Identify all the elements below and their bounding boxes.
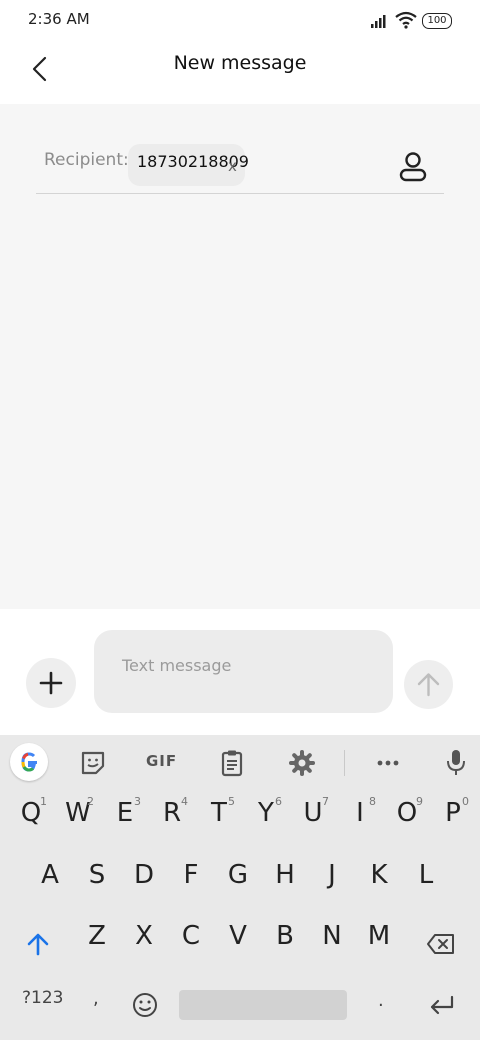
key-t[interactable]: T5 xyxy=(197,788,241,838)
attach-button[interactable] xyxy=(26,658,76,708)
status-time: 2:36 AM xyxy=(28,10,90,28)
key-q[interactable]: Q1 xyxy=(9,788,53,838)
toolbar-separator xyxy=(344,750,345,776)
gear-icon[interactable] xyxy=(288,748,316,778)
gif-button[interactable]: GIF xyxy=(146,752,177,770)
google-icon xyxy=(21,752,37,772)
key-i[interactable]: I8 xyxy=(338,788,382,838)
contact-icon[interactable] xyxy=(396,150,430,184)
remove-recipient-button[interactable]: x xyxy=(228,157,237,175)
key-k[interactable]: K xyxy=(357,850,401,900)
send-button[interactable] xyxy=(404,660,453,709)
key-f[interactable]: F xyxy=(169,850,213,900)
shift-icon[interactable] xyxy=(24,930,52,958)
mic-icon[interactable] xyxy=(444,748,468,778)
clipboard-icon[interactable] xyxy=(218,748,246,778)
backspace-icon[interactable] xyxy=(426,932,456,956)
google-button[interactable] xyxy=(10,743,48,781)
key-o[interactable]: O9 xyxy=(385,788,429,838)
key-b[interactable]: B xyxy=(263,911,307,961)
wifi-icon xyxy=(395,11,417,29)
plus-icon xyxy=(39,671,63,695)
signal-icon xyxy=(371,15,386,28)
symbols-key[interactable]: ?123 xyxy=(22,988,63,1008)
enter-icon[interactable] xyxy=(428,993,456,1017)
key-r[interactable]: R4 xyxy=(150,788,194,838)
key-c[interactable]: C xyxy=(169,911,213,961)
key-d[interactable]: D xyxy=(122,850,166,900)
key-w[interactable]: W2 xyxy=(56,788,100,838)
page-title: New message xyxy=(173,52,307,74)
key-n[interactable]: N xyxy=(310,911,354,961)
key-v[interactable]: V xyxy=(216,911,260,961)
more-icon[interactable] xyxy=(374,748,402,778)
key-a[interactable]: A xyxy=(28,850,72,900)
key-p[interactable]: P0 xyxy=(431,788,475,838)
emoji-icon[interactable] xyxy=(131,991,159,1019)
recipient-divider xyxy=(36,193,444,194)
space-key[interactable] xyxy=(179,990,347,1020)
key-u[interactable]: U7 xyxy=(291,788,335,838)
send-arrow-icon xyxy=(417,673,440,697)
key-z[interactable]: Z xyxy=(75,911,119,961)
key-x[interactable]: X xyxy=(122,911,166,961)
battery-indicator: 100 xyxy=(422,13,452,29)
sticker-icon[interactable] xyxy=(78,748,108,778)
recipient-label: Recipient: xyxy=(44,150,129,170)
back-arrow-icon[interactable] xyxy=(26,54,56,84)
key-g[interactable]: G xyxy=(216,850,260,900)
key-h[interactable]: H xyxy=(263,850,307,900)
key-s[interactable]: S xyxy=(75,850,119,900)
key-j[interactable]: J xyxy=(310,850,354,900)
key-l[interactable]: L xyxy=(404,850,448,900)
key-e[interactable]: E3 xyxy=(103,788,147,838)
key-m[interactable]: M xyxy=(357,911,401,961)
key-y[interactable]: Y6 xyxy=(244,788,288,838)
message-placeholder: Text message xyxy=(122,656,232,675)
comma-key[interactable]: , xyxy=(93,988,99,1009)
period-key[interactable]: . xyxy=(378,990,384,1011)
